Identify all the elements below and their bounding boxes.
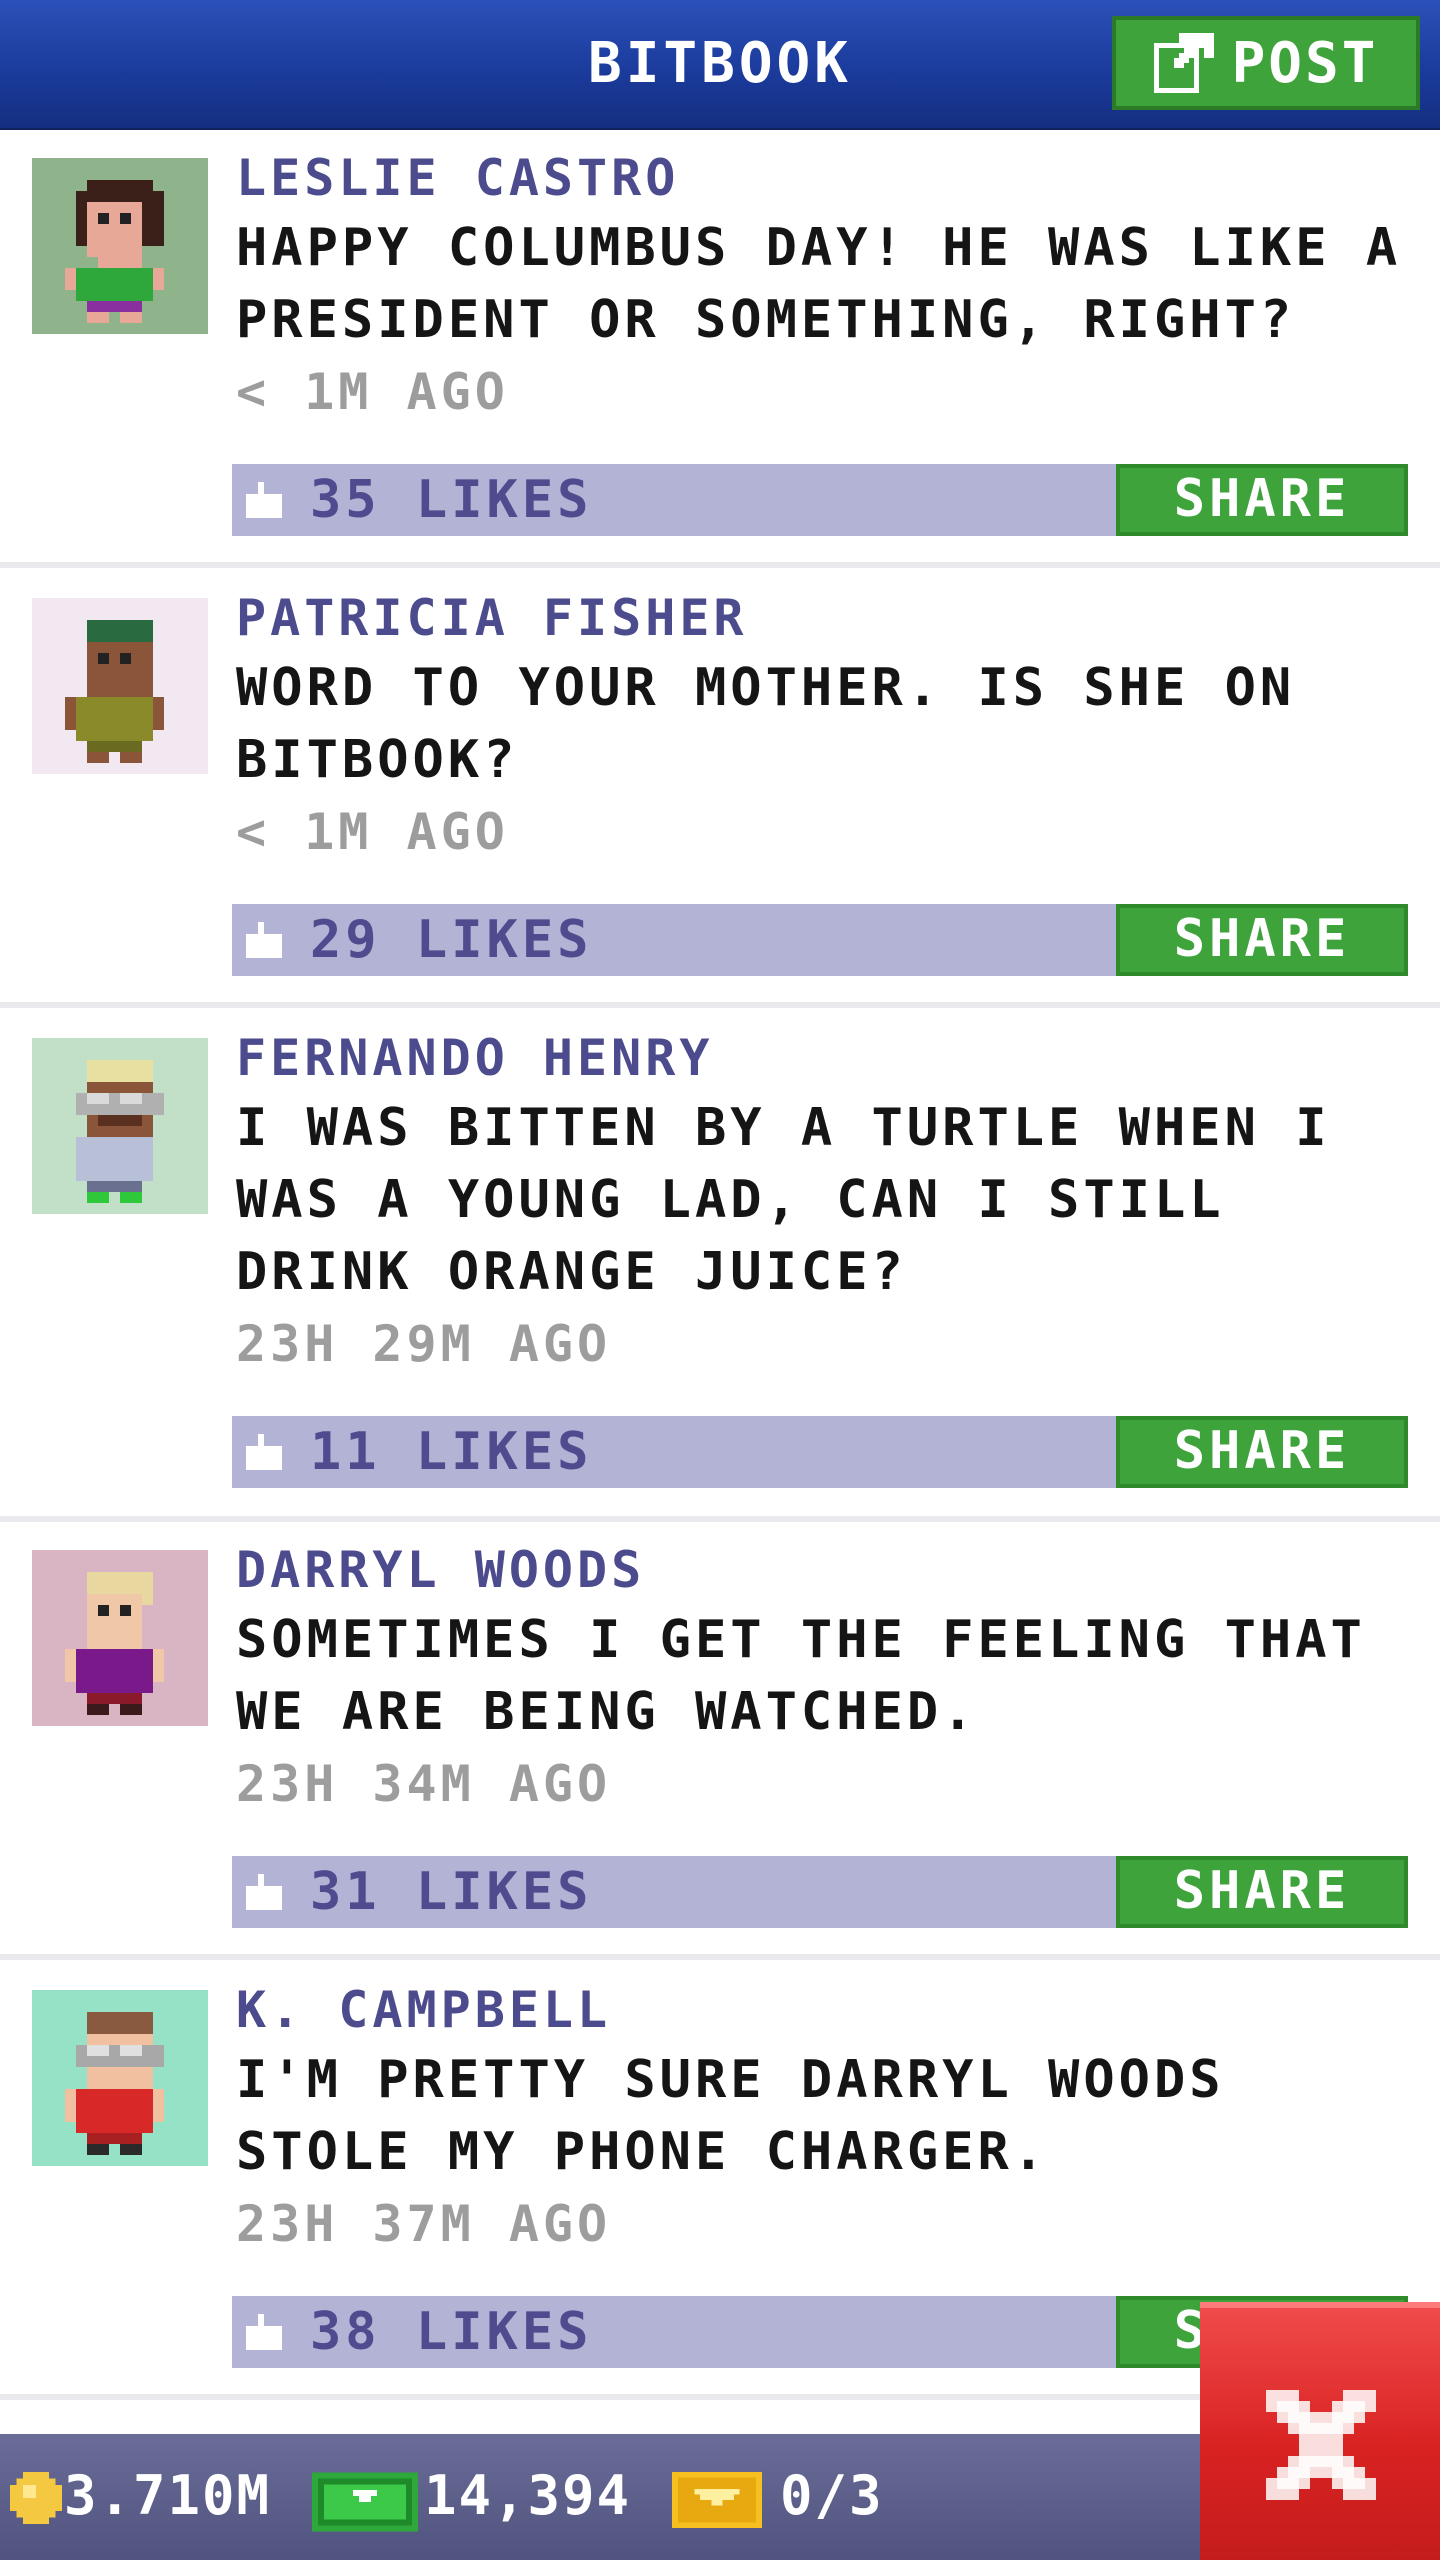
post-author[interactable]: FERNANDO HENRY [236, 1026, 713, 1090]
thumbs-up-icon[interactable] [246, 922, 282, 958]
tickets-value: 0/3 [780, 2464, 884, 2527]
post-message: SOMETIMES I GET THE FEELING THAT WE ARE … [236, 1610, 1366, 1742]
like-count[interactable]: 35 LIKES [310, 468, 592, 532]
post-time: < 1M AGO [236, 803, 509, 861]
avatar [32, 158, 208, 334]
like-bar: 29 LIKES SHARE [232, 904, 1408, 976]
avatar [32, 1550, 208, 1726]
thumbs-up-icon[interactable] [246, 482, 282, 518]
feed-post: FERNANDO HENRY I WAS BITTEN BY A TURTLE … [0, 1010, 1440, 1522]
post-author[interactable]: LESLIE CASTRO [236, 146, 679, 210]
like-bar: 35 LIKES SHARE [232, 464, 1408, 536]
post-time: 23H 29M AGO [236, 1315, 612, 1373]
post-message: HAPPY COLUMBUS DAY! HE WAS LIKE A PRESID… [236, 218, 1402, 350]
avatar [32, 598, 208, 774]
feed-post: LESLIE CASTRO HAPPY COLUMBUS DAY! HE WAS… [0, 130, 1440, 568]
share-button[interactable]: SHARE [1116, 904, 1408, 976]
bux-icon [312, 2472, 418, 2532]
post-button[interactable]: POST [1112, 16, 1420, 110]
post-button-label: POST [1231, 30, 1379, 96]
post-message: WORD TO YOUR MOTHER. IS SHE ON BITBOOK? [236, 658, 1296, 790]
bux-value: 14,394 [424, 2464, 632, 2527]
like-count[interactable]: 31 LIKES [310, 1860, 592, 1924]
coins-value: 3.710M [64, 2464, 272, 2527]
post-author[interactable]: PATRICIA FISHER [236, 586, 748, 650]
post-time: 23H 34M AGO [236, 1755, 612, 1813]
feed-post: PATRICIA FISHER WORD TO YOUR MOTHER. IS … [0, 570, 1440, 1008]
like-count[interactable]: 38 LIKES [310, 2300, 592, 2364]
like-count[interactable]: 29 LIKES [310, 908, 592, 972]
like-bar: 31 LIKES SHARE [232, 1856, 1408, 1928]
compose-icon [1153, 33, 1214, 93]
thumbs-up-icon[interactable] [246, 1874, 282, 1910]
share-button[interactable]: SHARE [1116, 464, 1408, 536]
post-author[interactable]: K. CAMPBELL [236, 1978, 611, 2042]
avatar [32, 1038, 208, 1214]
feed-post: DARRYL WOODS SOMETIMES I GET THE FEELING… [0, 1522, 1440, 1960]
close-icon [1266, 2390, 1376, 2500]
close-button[interactable] [1200, 2302, 1440, 2560]
post-message: I'M PRETTY SURE DARRYL WOODS STOLE MY PH… [236, 2050, 1225, 2182]
post-message: I WAS BITTEN BY A TURTLE WHEN I WAS A YO… [236, 1098, 1331, 1302]
like-bar: 11 LIKES SHARE [232, 1416, 1408, 1488]
like-count[interactable]: 11 LIKES [310, 1420, 592, 1484]
post-time: < 1M AGO [236, 363, 509, 421]
post-author[interactable]: DARRYL WOODS [236, 1538, 645, 1602]
coin-icon [10, 2472, 62, 2524]
top-bar: BITBOOK POST [0, 0, 1440, 130]
post-time: 23H 37M AGO [236, 2195, 612, 2253]
share-button[interactable]: SHARE [1116, 1856, 1408, 1928]
share-button[interactable]: SHARE [1116, 1416, 1408, 1488]
avatar [32, 1990, 208, 2166]
thumbs-up-icon[interactable] [246, 2314, 282, 2350]
ticket-icon [672, 2472, 762, 2528]
thumbs-up-icon[interactable] [246, 1434, 282, 1470]
